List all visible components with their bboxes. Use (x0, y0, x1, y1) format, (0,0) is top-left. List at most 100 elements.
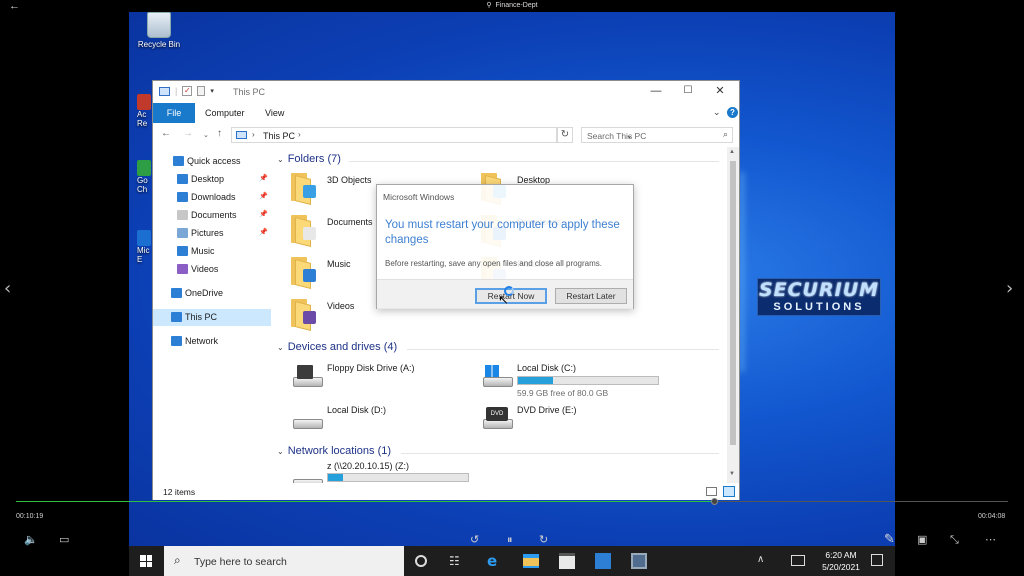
network-drive-label: z (\\20.20.10.15) (Z:) (327, 461, 410, 471)
network-usage-bar (327, 473, 469, 482)
store-icon[interactable] (559, 553, 575, 569)
network-status-icon[interactable] (791, 555, 805, 566)
more-options-icon[interactable]: ⋯ (985, 533, 996, 546)
volume-icon[interactable]: 🔈 (24, 533, 38, 546)
group-header-network[interactable]: ⌄ Network locations (1) (277, 445, 391, 457)
maximize-button[interactable]: ☐ (673, 83, 703, 99)
minimize-button[interactable]: — (641, 83, 671, 99)
nav-item-label: This PC (185, 312, 218, 322)
picture-in-picture-icon[interactable]: ▣ (917, 533, 927, 546)
desktop-icon-partial-1[interactable]: Ac Re (137, 94, 151, 128)
refresh-button[interactable]: ↻ (557, 127, 573, 143)
download-icon (177, 192, 188, 202)
details-view-icon[interactable] (706, 487, 717, 496)
network-drive-tile[interactable]: z (\\20.20.10.15) (Z:) (289, 461, 489, 483)
drive-usage-bar (517, 376, 659, 385)
close-button[interactable]: ✕ (705, 83, 735, 99)
scroll-up-icon[interactable]: ▲ (729, 149, 735, 155)
securium-watermark: SECURIUM SOLUTIONS (757, 278, 881, 316)
breadcrumb-chevron-icon[interactable]: › (252, 130, 255, 139)
search-icon[interactable]: ⌕ (723, 129, 728, 140)
group-title: Folders (7) (287, 153, 341, 165)
nav-item-desktop[interactable]: Desktop 📌 (153, 171, 271, 188)
edge-icon (137, 230, 151, 246)
nav-item-videos[interactable]: Videos (153, 261, 271, 278)
captions-icon[interactable]: ▭ (59, 533, 69, 546)
desktop-icon-recycle-bin[interactable]: Recycle Bin (131, 12, 187, 49)
nav-item-pictures[interactable]: Pictures 📌 (153, 225, 271, 242)
task-view-icon[interactable]: ☷ (449, 553, 465, 569)
drive-tile[interactable]: Floppy Disk Drive (A:) (289, 359, 489, 399)
partial-label: Ch (137, 185, 148, 194)
ribbon-tabs: File Computer View ⌄ ? (153, 103, 739, 123)
nav-item-label: Network (185, 336, 219, 346)
tab-computer[interactable]: Computer (205, 108, 245, 118)
vertical-scrollbar[interactable]: ▲ ▼ (727, 147, 739, 483)
scroll-down-icon[interactable]: ▼ (729, 471, 735, 477)
recycle-bin-label: Recycle Bin (137, 40, 181, 49)
tab-file[interactable]: File (153, 103, 195, 123)
fullscreen-icon[interactable]: ⤡ (950, 533, 959, 547)
nav-item-music[interactable]: Music (153, 243, 271, 260)
folder-label: 3D Objects (327, 175, 372, 185)
title-bar[interactable]: | ✓ ▾ This PC — ☐ ✕ (153, 81, 739, 103)
nav-item-onedrive[interactable]: OneDrive (153, 285, 271, 302)
mail-icon[interactable] (595, 553, 611, 569)
seek-progress (16, 501, 716, 502)
search-input[interactable]: Search This PC ⌕ (581, 127, 733, 143)
group-header-folders[interactable]: ⌄ Folders (7) (277, 153, 341, 165)
tab-view[interactable]: View (265, 108, 284, 118)
network-icon (171, 336, 182, 346)
drive-tile[interactable]: DVD DVD Drive (E:) (479, 401, 679, 441)
notifications-icon[interactable] (871, 554, 883, 566)
customize-toolbar-icon[interactable]: ▾ (210, 87, 214, 95)
cortana-icon[interactable] (415, 555, 427, 567)
navigation-pane: Quick access Desktop 📌 Downloads 📌 Documents 📌… (153, 147, 271, 483)
forward-icon[interactable]: ↻ (539, 533, 548, 546)
large-icons-view-icon[interactable] (723, 486, 735, 497)
up-button[interactable]: ↑ (217, 128, 222, 139)
help-icon[interactable]: ? (727, 107, 738, 118)
properties-icon[interactable]: ✓ (182, 86, 193, 96)
nav-item-quick-access[interactable]: Quick access (153, 153, 271, 170)
start-button[interactable] (129, 546, 163, 576)
partial-label: Re (137, 119, 148, 128)
desktop-icon-partial-2[interactable]: Go Ch (137, 160, 151, 194)
drive-tile[interactable]: Local Disk (D:) (289, 401, 489, 441)
nav-item-network[interactable]: Network (153, 333, 271, 350)
forward-button[interactable]: → (183, 128, 193, 139)
next-arrow-icon[interactable]: › (1006, 278, 1013, 299)
file-explorer-icon[interactable] (523, 554, 539, 568)
desktop-icon-partial-3[interactable]: Mic E (137, 230, 151, 264)
restart-later-button[interactable]: Restart Later (555, 288, 627, 304)
drive-tile[interactable]: Local Disk (C:) 59.9 GB free of 80.0 GB (479, 359, 679, 399)
show-hidden-icons-icon[interactable]: ∧ (757, 554, 764, 565)
total-time: 00:04:08 (978, 513, 1006, 520)
breadcrumb-chevron-icon[interactable]: › (298, 130, 301, 139)
desktop-icon (177, 174, 188, 184)
edge-browser-icon[interactable]: e (487, 553, 503, 569)
breadcrumb-this-pc[interactable]: This PC (263, 131, 295, 141)
nav-item-downloads[interactable]: Downloads 📌 (153, 189, 271, 206)
nav-item-this-pc[interactable]: This PC (153, 309, 271, 326)
pen-icon[interactable]: ✎ (884, 531, 895, 547)
recent-locations-button[interactable]: ⌄ (203, 131, 209, 139)
back-button[interactable]: ← (161, 128, 171, 139)
group-header-devices[interactable]: ⌄ Devices and drives (4) (277, 341, 397, 353)
system-clock[interactable]: 6:20 AM 5/20/2021 (811, 549, 871, 573)
expand-ribbon-icon[interactable]: ⌄ (713, 107, 721, 118)
scrollbar-thumb[interactable] (730, 161, 736, 445)
hard-drive-icon (291, 407, 323, 431)
rewind-icon[interactable]: ↺ (470, 533, 479, 546)
pin-icon: ⚲ (486, 2, 492, 9)
previous-arrow-icon[interactable]: ‹ (4, 278, 11, 299)
address-bar[interactable]: › This PC › ⌄ (231, 127, 633, 143)
new-folder-icon[interactable] (197, 86, 206, 96)
group-divider (349, 161, 719, 162)
nav-item-label: Downloads (191, 192, 236, 202)
taskbar-search-input[interactable]: ⌕ Type here to search (164, 546, 404, 576)
pause-icon[interactable]: ⏸ (507, 533, 513, 547)
collapse-chevron-icon: ⌄ (277, 155, 284, 164)
nav-item-documents[interactable]: Documents 📌 (153, 207, 271, 224)
server-manager-icon[interactable] (631, 553, 647, 569)
